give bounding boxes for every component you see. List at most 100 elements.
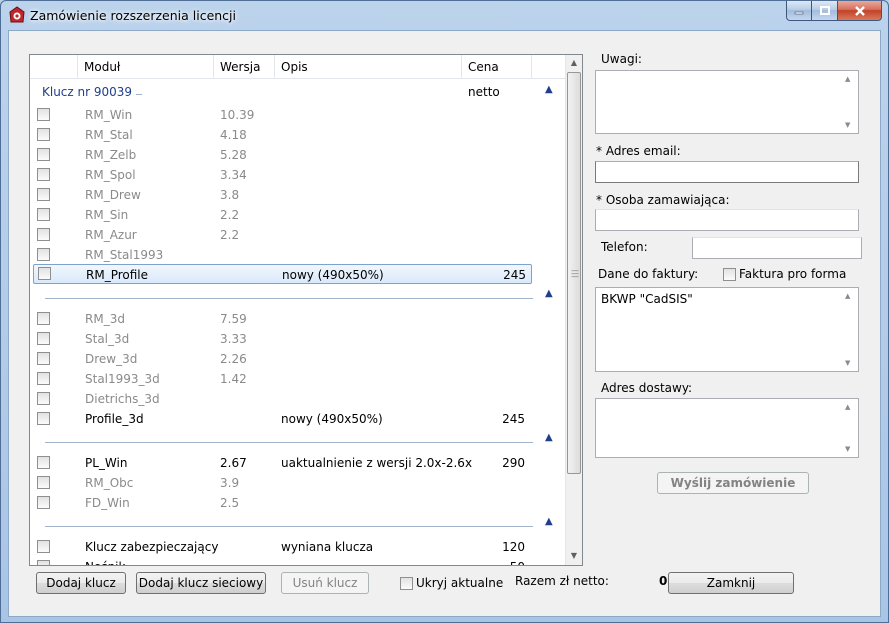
module-checkbox[interactable] <box>37 228 50 241</box>
group-header[interactable]: Klucz nr 90039 ▲ <box>30 83 565 103</box>
email-field[interactable] <box>595 161 859 183</box>
collapse-chevron-icon[interactable]: ▲ <box>545 84 553 95</box>
module-row[interactable]: RM_3d 7.59 <box>30 309 565 329</box>
total-value: 0 <box>659 574 668 588</box>
module-checkbox[interactable] <box>37 560 50 565</box>
module-version: 5.28 <box>220 148 247 162</box>
module-row[interactable]: RM_Sin 2.2 <box>30 205 565 225</box>
module-checkbox[interactable] <box>37 392 50 405</box>
scroll-thumb[interactable]: — — — <box>567 72 581 474</box>
module-checkbox[interactable] <box>37 540 50 553</box>
module-row[interactable]: FD_Win 2.5 <box>30 493 565 513</box>
faktura-scrollbar[interactable]: ▲ ▼ <box>841 288 858 371</box>
module-row[interactable]: RM_Stal 4.18 <box>30 125 565 145</box>
osoba-field[interactable] <box>595 209 859 231</box>
module-checkbox[interactable] <box>37 108 50 121</box>
module-row[interactable]: PL_Win 2.67 uaktualnienie z wersji 2.0x-2.… <box>30 453 565 473</box>
checkbox-box[interactable] <box>400 576 413 590</box>
header-module[interactable]: Moduł <box>78 55 214 79</box>
module-row[interactable]: Stal_3d 3.33 <box>30 329 565 349</box>
window-title: Zamówienie rozszerzenia licencji <box>30 8 236 23</box>
email-label: * Adres email: <box>596 144 681 158</box>
module-name: PL_Win <box>85 456 128 470</box>
module-checkbox[interactable] <box>37 128 50 141</box>
minimize-button[interactable] <box>786 1 812 21</box>
module-checkbox[interactable] <box>37 456 50 469</box>
collapse-chevron-icon[interactable]: ▲ <box>545 516 553 527</box>
dostawa-label: Adres dostawy: <box>601 381 693 395</box>
uwagi-scrollbar[interactable]: ▲ ▼ <box>841 71 858 133</box>
collapse-chevron-icon[interactable]: ▲ <box>545 288 553 299</box>
header-description[interactable]: Opis <box>275 55 462 79</box>
group-header[interactable]: ▲ <box>30 515 565 535</box>
dostawa-scrollbar[interactable]: ▲ ▼ <box>841 399 858 457</box>
module-checkbox[interactable] <box>37 352 50 365</box>
maximize-button[interactable] <box>812 1 838 21</box>
scroll-down-arrow[interactable]: ▼ <box>566 548 582 564</box>
module-version: 2.2 <box>220 208 240 222</box>
module-description: wyniana klucza <box>281 540 374 554</box>
module-row[interactable]: Dietrichs_3d <box>30 389 565 409</box>
total-label: Razem zł netto: <box>515 574 609 588</box>
module-checkbox[interactable] <box>37 476 50 489</box>
checkbox-box[interactable] <box>723 267 736 281</box>
module-row[interactable]: RM_Zelb 5.28 <box>30 145 565 165</box>
header-check-column[interactable] <box>30 55 78 79</box>
module-checkbox[interactable] <box>37 208 50 221</box>
module-row[interactable]: Profile_3d nowy (490x50%) 245 <box>30 409 565 429</box>
module-row[interactable]: RM_Spol 3.34 <box>30 165 565 185</box>
dostawa-textarea[interactable]: ▲ ▼ <box>595 398 859 458</box>
minimize-icon <box>794 11 804 14</box>
module-checkbox[interactable] <box>37 248 50 261</box>
module-price: 290 <box>502 456 525 470</box>
faktura-proforma-checkbox[interactable]: Faktura pro forma <box>723 267 846 281</box>
module-name: Klucz zabezpieczający <box>85 540 219 554</box>
module-row[interactable]: Nośnik 50 <box>30 557 565 565</box>
hide-current-checkbox[interactable]: Ukryj aktualne <box>400 576 503 590</box>
module-checkbox[interactable] <box>37 188 50 201</box>
module-checkbox[interactable] <box>37 496 50 509</box>
module-checkbox[interactable] <box>37 372 50 385</box>
collapse-chevron-icon[interactable]: ▲ <box>545 432 553 443</box>
module-version: 7.59 <box>220 312 247 326</box>
module-checkbox[interactable] <box>37 332 50 345</box>
group-header[interactable]: ▲ <box>30 431 565 451</box>
module-name: RM_Win <box>85 108 133 122</box>
module-checkbox[interactable] <box>37 412 50 425</box>
group-divider <box>45 526 533 527</box>
module-name: RM_Profile <box>86 268 149 282</box>
group-header[interactable]: ▲ <box>30 287 565 307</box>
module-list[interactable]: Moduł Wersja Opis Cena netto Klucz nr 90… <box>29 54 583 566</box>
header-version[interactable]: Wersja <box>214 55 275 79</box>
module-row[interactable]: RM_Obc 3.9 <box>30 473 565 493</box>
module-row[interactable]: RM_Profile nowy (490x50%) 245 <box>33 264 532 284</box>
remove-key-button[interactable]: Usuń klucz <box>281 572 369 594</box>
module-checkbox[interactable] <box>37 148 50 161</box>
close-window-button[interactable] <box>838 1 882 21</box>
module-version: 4.18 <box>220 128 247 142</box>
header-price[interactable]: Cena netto <box>462 55 532 99</box>
scroll-up-arrow[interactable]: ▲ <box>566 55 582 71</box>
title-bar[interactable]: Zamówienie rozszerzenia licencji <box>1 1 888 30</box>
add-network-key-button[interactable]: Dodaj klucz sieciowy <box>136 572 266 594</box>
module-row[interactable]: RM_Azur 2.2 <box>30 225 565 245</box>
faktura-textarea[interactable]: BKWP "CadSIS" ▲ ▼ <box>595 287 859 372</box>
module-checkbox[interactable] <box>37 168 50 181</box>
module-row[interactable]: RM_Win 10.39 <box>30 105 565 125</box>
close-icon <box>854 5 865 16</box>
telefon-field[interactable] <box>692 237 862 259</box>
module-row[interactable]: RM_Drew 3.8 <box>30 185 565 205</box>
module-row[interactable]: Klucz zabezpieczający wyniana klucza 120 <box>30 537 565 557</box>
list-scrollbar[interactable]: ▲ — — — ▼ <box>565 55 582 565</box>
uwagi-textarea[interactable]: ▲ ▼ <box>595 70 859 134</box>
scroll-grip-icon: — — — <box>571 266 579 281</box>
close-button[interactable]: Zamknij <box>668 572 794 594</box>
module-description: nowy (490x50%) <box>282 268 384 282</box>
module-row[interactable]: Drew_3d 2.26 <box>30 349 565 369</box>
module-row[interactable]: RM_Stal1993 <box>30 245 565 265</box>
module-checkbox[interactable] <box>37 312 50 325</box>
add-key-button[interactable]: Dodaj klucz <box>36 572 126 594</box>
module-row[interactable]: Stal1993_3d 1.42 <box>30 369 565 389</box>
module-checkbox[interactable] <box>38 267 51 280</box>
send-order-button[interactable]: Wyślij zamówienie <box>657 472 809 494</box>
